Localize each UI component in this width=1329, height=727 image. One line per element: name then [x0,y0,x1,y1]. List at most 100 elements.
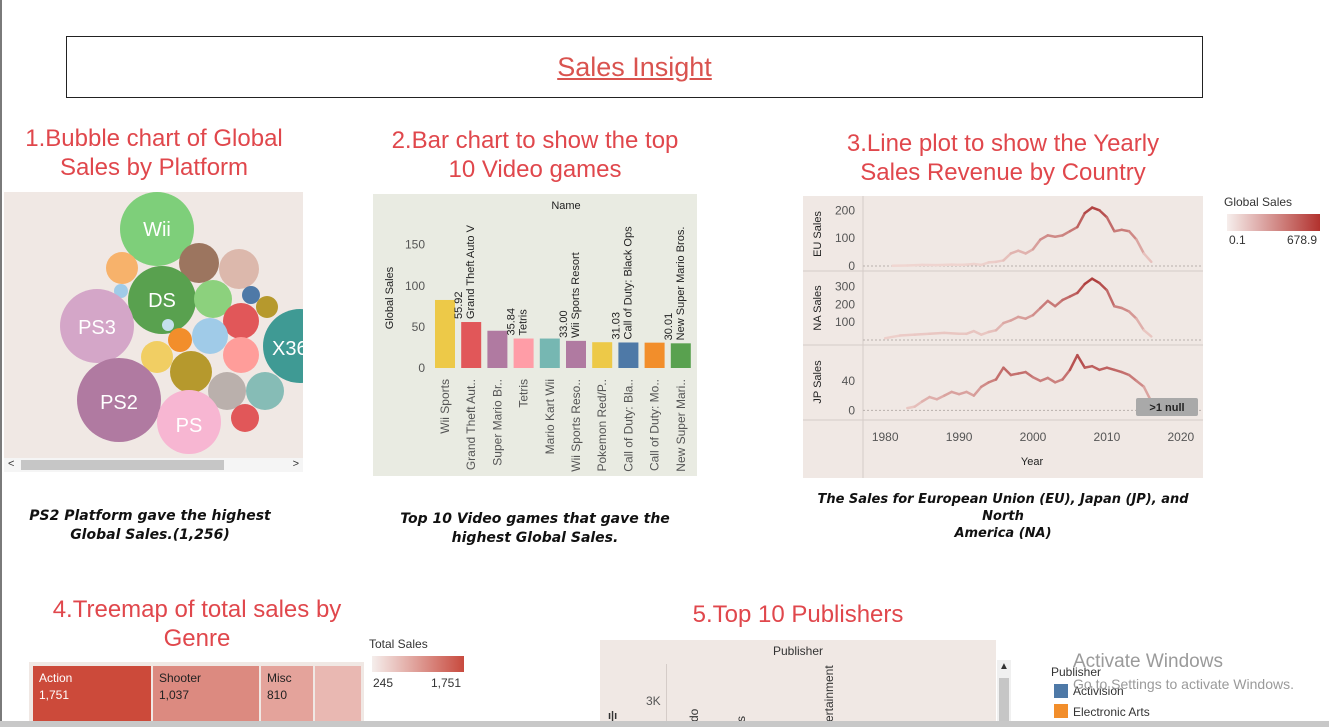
treemap-title-line2: Genre [163,625,231,652]
line-series-segment [898,333,916,337]
line-section-title: 3.Line plot to show the Yearly Sales Rev… [800,129,1206,187]
global-sales-legend-gradient[interactable] [1227,214,1320,231]
treemap-value: 1,037 [159,688,190,702]
line-series-segment [1046,376,1057,384]
line-y-tick: 40 [842,374,856,388]
line-series-segment [1061,368,1072,381]
bar-y-tick: 0 [418,361,425,375]
bar-category-label: Wii Sports Reso.. [569,379,583,472]
bar [618,342,639,368]
line-series-segment [1031,238,1042,251]
bar-caption: Top 10 Video games that gave the highest… [385,510,685,548]
total-sales-legend-title: Total Sales [369,637,428,651]
treemap-cell-misc[interactable]: Misc 810 [261,666,313,721]
bubble-chart-panel: Wii DS PS3 PS2 PS X36 < > [4,192,303,472]
line-series-segment [1098,209,1109,219]
bubble[interactable] [231,404,259,432]
bubble[interactable] [219,249,259,289]
header-box: Sales Insight [66,36,1203,98]
line-series-segment [913,332,931,336]
treemap-cell-shooter[interactable]: Shooter 1,037 [153,666,259,721]
line-series-segment [972,385,983,397]
publishers-section-title: 5.Top 10 Publishers [692,601,904,628]
bubble[interactable] [223,337,259,373]
line-series-segment [1068,225,1079,233]
line-y-tick: 100 [835,315,855,329]
legend-swatch-activision[interactable] [1054,684,1068,698]
publisher-axis-title: Publisher [772,644,824,658]
publisher-vertical-scrollbar[interactable]: ▲ [997,660,1011,721]
line-series-segment [1031,306,1042,317]
bar-category-label: Pokemon Red/P.. [595,379,609,472]
bubble[interactable] [106,252,138,284]
legend-min: 0.1 [1229,233,1246,247]
treemap-panel: Action 1,751 Shooter 1,037 Misc 810 [29,662,364,721]
line-series-segment [1083,277,1094,286]
line-caption-line1: The Sales for European Union (EU), Japan… [817,492,1189,524]
treemap-cell-action[interactable]: Action 1,751 [33,666,151,721]
line-series-segment [1105,216,1116,233]
total-sales-legend-gradient[interactable] [372,656,464,672]
bubble[interactable] [256,296,278,318]
scroll-right-arrow[interactable]: > [293,458,299,470]
bar [461,322,482,368]
line-series-segment [883,334,902,340]
treemap-label: Action [39,671,73,685]
bar-category-label: Grand Theft Aut.. [464,379,478,470]
bar [670,343,691,368]
line-series-segment [1098,281,1109,292]
bar-annotation-label: Call of Duty: Black Ops [622,226,634,340]
scroll-thumb[interactable] [21,460,224,470]
bubble[interactable] [170,351,212,393]
line-y-tick: 300 [835,280,855,294]
bar-caption-line1: Top 10 Video games that gave the [400,511,670,527]
bubble[interactable] [246,372,284,410]
line-y-axis-label: NA Sales [812,285,824,331]
bar-data-label: 35.84 [506,308,518,336]
line-series-segment [906,263,924,267]
bar [487,330,508,368]
bar-data-label: 30.01 [663,313,675,341]
bar-category-label: New Super Mari.. [674,379,688,472]
bubble[interactable] [223,303,259,339]
bubble-caption-line2: Global Sales.(1,256) [70,527,230,543]
bar-y-tick: 150 [405,238,425,252]
bar [513,338,534,368]
bubble[interactable] [168,328,192,352]
treemap-cell-other[interactable] [315,666,361,721]
horizontal-scrollbar[interactable]: < > [4,458,303,472]
line-y-axis-label: JP Sales [812,360,824,404]
line-y-tick: 0 [848,403,855,417]
line-x-tick: 2020 [1167,430,1194,444]
bottom-scrollbar[interactable] [0,721,1329,727]
line-x-tick: 1990 [946,430,973,444]
bar [644,342,665,368]
bubble[interactable] [162,319,174,331]
activate-windows-subtext: Go to Settings to activate Windows. [1073,676,1294,692]
scroll-thumb[interactable] [999,678,1009,721]
bar-data-label: 33.00 [558,310,570,338]
bubble[interactable] [242,286,260,304]
line-title-line1: 3.Line plot to show the Yearly [846,130,1160,157]
treemap-section-title: 4.Treemap of total sales by Genre [30,595,364,653]
bubble-caption: PS2 Platform gave the highest Global Sal… [20,507,280,545]
dashboard-title[interactable]: Sales Insight [67,52,1202,83]
legend-swatch-electronic-arts[interactable] [1054,704,1068,718]
scroll-up-icon[interactable]: ▲ [999,661,1009,672]
line-series-segment [1024,248,1035,255]
bar-category-label: Wii Sports [438,379,452,434]
line-series-segment [1127,310,1138,320]
bubble-label-wii: Wii [143,219,171,241]
bubble[interactable] [192,318,228,354]
line-series-segment [1024,370,1035,379]
bar [435,299,455,368]
bubble-label-ps2: PS2 [100,392,138,414]
line-series-segment [1002,366,1013,377]
bar-chart-panel: Name Global Sales 0 50 100 150 Wii Sports Grand… [373,194,697,476]
line-y-tick: 100 [835,231,855,245]
scroll-left-arrow[interactable]: < [8,458,14,470]
bubble-title-line1: 1.Bubble chart of Global [25,125,283,152]
line-series-segment [920,395,931,403]
legend-item-electronic-arts[interactable]: Electronic Arts [1073,705,1150,719]
bar [539,338,560,368]
